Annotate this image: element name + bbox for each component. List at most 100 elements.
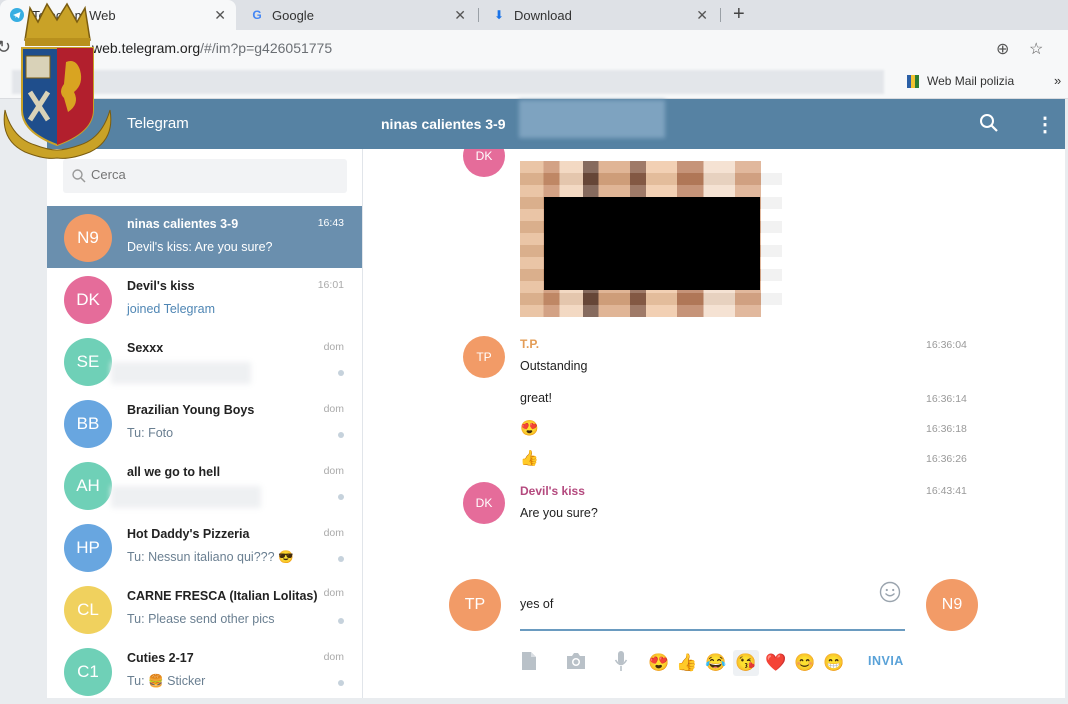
dialog-name: Hot Daddy's Pizzeria	[127, 527, 250, 541]
blurred-chat-info	[519, 100, 665, 138]
bookmark-web-mail[interactable]: Web Mail polizia	[907, 74, 1014, 88]
avatar: CL	[64, 586, 112, 634]
bookmarks-overflow[interactable]: »	[1054, 73, 1061, 88]
tab-label: Download	[514, 7, 572, 23]
message-sender[interactable]: T.P.	[520, 337, 539, 351]
close-icon[interactable]: ✕	[454, 7, 466, 24]
blurred-message	[111, 362, 251, 384]
chat-panel: DK TP T.P. 16:36:04 Outstanding great! 1…	[363, 149, 1065, 698]
emoji-joy-button[interactable]: 😂	[703, 650, 729, 676]
bookmark-label: Web Mail polizia	[927, 74, 1015, 88]
message-time: 16:36:14	[926, 393, 967, 405]
avatar: HP	[64, 524, 112, 572]
dialogs-sidebar: N9 ninas calientes 3-9 Devil's kiss: Are…	[47, 149, 363, 698]
message-time: 16:36:26	[926, 453, 967, 465]
bookmark-icon	[907, 74, 919, 88]
avatar: AH	[64, 462, 112, 510]
dialog-time: dom	[323, 341, 344, 353]
emoji-picker-icon[interactable]	[879, 581, 901, 603]
avatar[interactable]: DK	[463, 149, 505, 177]
microphone-icon[interactable]	[609, 649, 633, 673]
download-icon: ⬇	[493, 8, 505, 22]
unread-dot	[338, 432, 344, 438]
tab-divider	[720, 8, 721, 22]
search-icon	[72, 169, 86, 183]
dialog-last-message: Tu: Foto	[127, 426, 174, 440]
dialog-item[interactable]: SE Sexxx dom	[47, 330, 362, 392]
unread-dot	[338, 494, 344, 500]
dialog-name: Brazilian Young Boys	[127, 403, 255, 417]
address-bar: ↻ web.telegram.org/#/im?p=g426051775 ⊕ ☆	[0, 30, 1068, 68]
dialog-item[interactable]: HP Hot Daddy's Pizzeria Tu: Nessun itali…	[47, 516, 362, 578]
censor-bar	[544, 197, 760, 290]
unread-dot	[338, 680, 344, 686]
dialog-item[interactable]: BB Brazilian Young Boys Tu: Foto dom	[47, 392, 362, 454]
message-time: 16:36:04	[926, 339, 967, 351]
chat-title[interactable]: ninas calientes 3-9	[381, 116, 506, 132]
dialog-name: all we go to hell	[127, 465, 221, 479]
dialog-name: ninas calientes 3-9	[127, 217, 239, 231]
message-input[interactable]	[520, 579, 905, 631]
tab-download[interactable]: ⬇ Download ✕	[482, 0, 718, 30]
more-menu-icon[interactable]: ⋮	[1035, 112, 1055, 137]
search-input[interactable]	[89, 166, 333, 183]
dialog-time: 16:01	[317, 279, 344, 291]
message-emoji: 😍	[520, 420, 539, 437]
police-emblem-logo	[3, 2, 112, 159]
avatar: N9	[64, 214, 112, 262]
new-tab-button[interactable]: +	[733, 3, 745, 26]
telegram-header: Telegram ninas calientes 3-9 ⋮	[47, 99, 1065, 149]
avatar: BB	[64, 400, 112, 448]
dialog-item[interactable]: C1 Cuties 2-17 Tu: 🍔 Sticker dom	[47, 640, 362, 698]
avatar[interactable]: TP	[463, 336, 505, 378]
blurred-bookmarks	[12, 70, 884, 94]
emoji-blush-button[interactable]: 😊	[792, 650, 818, 676]
dialog-last-message: joined Telegram	[127, 302, 216, 316]
send-button[interactable]: INVIA	[868, 654, 904, 668]
blurred-message	[111, 486, 261, 508]
dialog-time: dom	[323, 651, 344, 663]
message-time: 16:36:18	[926, 423, 967, 435]
avatar: C1	[64, 648, 112, 696]
avatar[interactable]: DK	[463, 482, 505, 524]
dialog-time: dom	[323, 587, 344, 599]
emoji-heart-button[interactable]: ❤️	[763, 650, 789, 676]
emoji-heart-eyes-button[interactable]: 😍	[646, 650, 672, 676]
dialog-time: dom	[323, 465, 344, 477]
dialog-item[interactable]: N9 ninas calientes 3-9 Devil's kiss: Are…	[47, 206, 362, 268]
star-icon[interactable]: ☆	[1029, 39, 1043, 59]
emoji-thumbs-up-button[interactable]: 👍	[674, 650, 700, 676]
tab-divider	[478, 8, 479, 22]
emoji-grin-button[interactable]: 😁	[821, 650, 847, 676]
emoji-kiss-button[interactable]: 😘	[733, 650, 759, 676]
message-text: Outstanding	[520, 359, 588, 373]
camera-icon[interactable]	[564, 649, 588, 673]
dialog-time: dom	[323, 403, 344, 415]
app-title[interactable]: Telegram	[127, 115, 189, 132]
dialog-last-message: Devil's kiss: Are you sure?	[127, 240, 273, 254]
install-icon[interactable]: ⊕	[996, 39, 1009, 59]
peer-avatar[interactable]: N9	[926, 579, 978, 631]
bookmarks-bar: Web Mail polizia »	[0, 68, 1068, 99]
avatar: DK	[64, 276, 112, 324]
message-time: 16:43:41	[926, 485, 967, 497]
photo-message[interactable]	[520, 161, 782, 317]
dialog-time: dom	[323, 527, 344, 539]
search-icon[interactable]	[979, 113, 999, 133]
close-icon[interactable]: ✕	[696, 7, 708, 24]
dialog-item[interactable]: CL CARNE FRESCA (Italian Lolitas) Tu: Pl…	[47, 578, 362, 640]
message-emoji: 👍	[520, 450, 539, 467]
close-icon[interactable]: ✕	[214, 7, 226, 24]
dialog-name: CARNE FRESCA (Italian Lolitas)	[127, 589, 318, 603]
attach-file-icon[interactable]	[517, 649, 541, 673]
tab-label: Google	[272, 7, 314, 23]
tab-google[interactable]: G Google ✕	[240, 0, 476, 30]
unread-dot	[338, 618, 344, 624]
self-avatar[interactable]: TP	[449, 579, 501, 631]
message-sender[interactable]: Devil's kiss	[520, 484, 585, 498]
dialog-item[interactable]: AH all we go to hell dom	[47, 454, 362, 516]
url-field[interactable]: web.telegram.org/#/im?p=g426051775	[92, 40, 332, 56]
url-path: /#/im?p=g426051775	[200, 40, 333, 56]
dialog-item[interactable]: DK Devil's kiss joined Telegram 16:01	[47, 268, 362, 330]
dialog-last-message: Tu: Nessun italiano qui??? 😎	[127, 550, 294, 564]
